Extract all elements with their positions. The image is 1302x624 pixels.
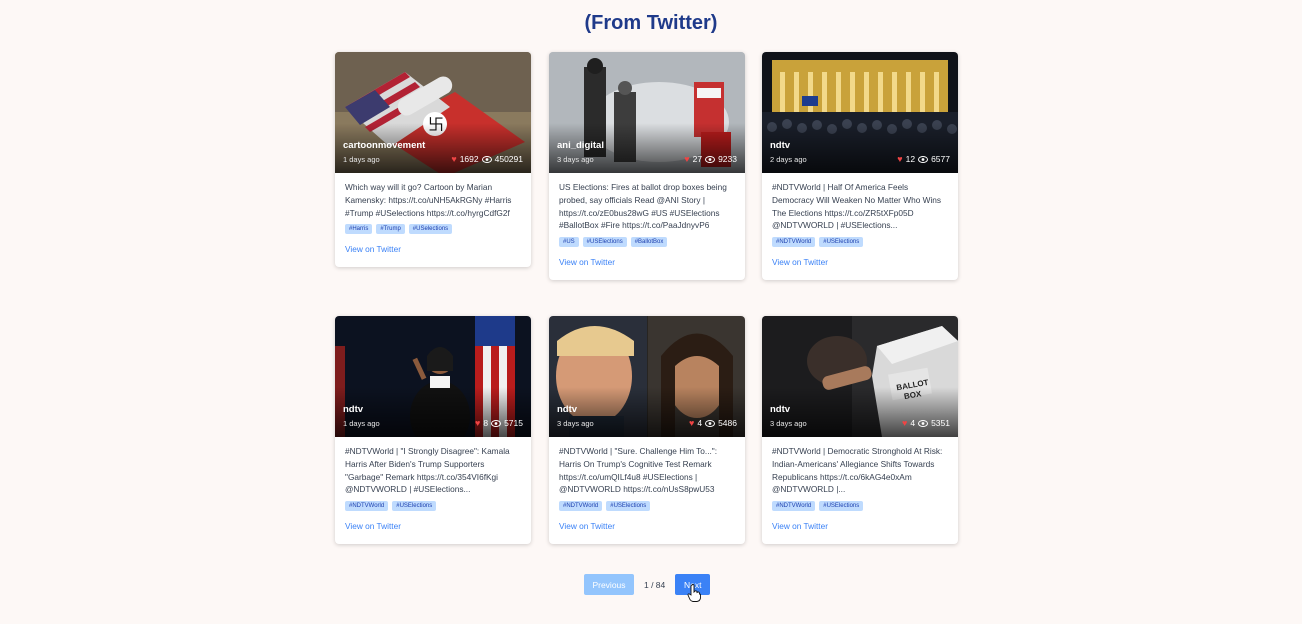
tag[interactable]: #NDTVWorld (345, 501, 389, 511)
tag-list: #NDTVWorld #USElections (772, 501, 948, 511)
views-count: 5715 (504, 418, 523, 428)
tweet-stats: ♥ 4 5351 (902, 418, 950, 428)
eye-icon (491, 419, 502, 427)
tag[interactable]: #USElections (606, 501, 651, 511)
tag-list: #Harris #Trump #USelections (345, 224, 521, 234)
tweet-author[interactable]: ndtv (343, 404, 363, 415)
view-on-twitter-link[interactable]: View on Twitter (772, 257, 828, 267)
tag[interactable]: #NDTVWorld (772, 501, 816, 511)
likes-count: 12 (905, 154, 916, 164)
tweet-image[interactable]: BALLOT BOX ndtv 3 days ago ♥ 4 5351 (762, 316, 958, 437)
tweet-image[interactable]: ndtv 1 days ago ♥ 8 5715 (335, 316, 531, 437)
tweet-card: ani_digital 3 days ago ♥ 27 9233 US Elec… (549, 52, 745, 280)
eye-icon (918, 155, 929, 163)
tag[interactable]: #USElections (582, 237, 627, 247)
tag[interactable]: #USElections (819, 501, 864, 511)
tweet-author[interactable]: ndtv (770, 140, 790, 151)
page-title: (From Twitter) (584, 12, 718, 34)
tweet-card: ndtv 3 days ago ♥ 4 5486 #NDTVWorld | "S… (549, 316, 745, 544)
tag[interactable]: #NDTVWorld (559, 501, 603, 511)
tweet-author[interactable]: cartoonmovement (343, 140, 425, 151)
tweet-stats: ♥ 1692 450291 (451, 154, 523, 164)
view-on-twitter-link[interactable]: View on Twitter (345, 244, 401, 254)
page: (From Twitter) 卐 cartoonmovement (0, 0, 1302, 624)
tag[interactable]: #USelections (408, 224, 453, 234)
tag[interactable]: #NDTVWorld (772, 237, 816, 247)
tweet-time: 3 days ago (557, 155, 594, 164)
likes-count: 4 (697, 418, 703, 428)
page-indicator: 1 / 84 (644, 579, 666, 590)
tweet-author[interactable]: ani_digital (557, 140, 604, 151)
views-count: 5486 (718, 418, 737, 428)
tweet-image[interactable]: ndtv 2 days ago ♥ 12 6577 (762, 52, 958, 173)
heart-icon: ♥ (684, 153, 690, 164)
tweet-card: ndtv 1 days ago ♥ 8 5715 #NDTVWorld | "I… (335, 316, 531, 544)
eye-icon (705, 155, 716, 163)
tag[interactable]: #USElections (819, 237, 864, 247)
tweet-time: 1 days ago (343, 155, 380, 164)
view-on-twitter-link[interactable]: View on Twitter (559, 257, 615, 267)
tweet-text: #NDTVWorld | "Sure. Challenge Him To..."… (559, 446, 718, 495)
tweet-author[interactable]: ndtv (770, 404, 790, 415)
tag-list: #US #USElections #BallotBox (559, 237, 735, 247)
tweet-body: #NDTVWorld | "Sure. Challenge Him To..."… (549, 437, 745, 544)
tweet-time: 3 days ago (557, 419, 594, 428)
tweet-body: Which way will it go? Cartoon by Marian … (335, 173, 531, 267)
tweet-text: #NDTVWorld | Half Of America Feels Democ… (772, 182, 942, 231)
tweet-text: US Elections: Fires at ballot drop boxes… (559, 182, 727, 231)
eye-icon (705, 419, 716, 427)
likes-count: 4 (910, 418, 916, 428)
heart-icon: ♥ (475, 417, 481, 428)
tweet-time: 3 days ago (770, 419, 807, 428)
tweet-author[interactable]: ndtv (557, 404, 577, 415)
tweet-stats: ♥ 27 9233 (684, 154, 737, 164)
view-on-twitter-link[interactable]: View on Twitter (559, 521, 615, 531)
tweet-time: 1 days ago (343, 419, 380, 428)
view-on-twitter-link[interactable]: View on Twitter (345, 521, 401, 531)
tweet-body: #NDTVWorld | Democratic Stronghold At Ri… (762, 437, 958, 544)
tweet-image[interactable]: ani_digital 3 days ago ♥ 27 9233 (549, 52, 745, 173)
likes-count: 8 (483, 418, 489, 428)
tag[interactable]: #Trump (376, 224, 405, 234)
tag-list: #NDTVWorld #USElections (345, 501, 521, 511)
tweet-stats: ♥ 4 5486 (689, 418, 737, 428)
tweet-image[interactable]: 卐 cartoonmovement 1 days ago ♥ 1692 4502… (335, 52, 531, 173)
hand-cursor-icon (687, 584, 701, 602)
tweet-body: US Elections: Fires at ballot drop boxes… (549, 173, 745, 280)
tweet-text: #NDTVWorld | "I Strongly Disagree": Kama… (345, 446, 510, 495)
heart-icon: ♥ (897, 153, 903, 164)
eye-icon (918, 419, 929, 427)
tag[interactable]: #USElections (392, 501, 437, 511)
previous-button[interactable]: Previous (584, 574, 634, 595)
tag[interactable]: #US (559, 237, 579, 247)
tag[interactable]: #BallotBox (630, 237, 668, 247)
views-count: 5351 (931, 418, 950, 428)
views-count: 9233 (718, 154, 737, 164)
tweet-body: #NDTVWorld | Half Of America Feels Democ… (762, 173, 958, 280)
tweet-image[interactable]: ndtv 3 days ago ♥ 4 5486 (549, 316, 745, 437)
likes-count: 1692 (459, 154, 479, 164)
tweet-card: BALLOT BOX ndtv 3 days ago ♥ 4 5351 #NDT… (762, 316, 958, 544)
heart-icon: ♥ (689, 417, 695, 428)
tag-list: #NDTVWorld #USElections (772, 237, 948, 247)
tweet-text: #NDTVWorld | Democratic Stronghold At Ri… (772, 446, 943, 495)
tweet-card: ndtv 2 days ago ♥ 12 6577 #NDTVWorld | H… (762, 52, 958, 280)
tweet-card: 卐 cartoonmovement 1 days ago ♥ 1692 4502… (335, 52, 531, 267)
heart-icon: ♥ (451, 153, 457, 164)
tag[interactable]: #Harris (345, 224, 373, 234)
tweet-stats: ♥ 12 6577 (897, 154, 950, 164)
likes-count: 27 (692, 154, 703, 164)
tweet-stats: ♥ 8 5715 (475, 418, 523, 428)
eye-icon (481, 155, 492, 163)
tweet-time: 2 days ago (770, 155, 807, 164)
views-count: 6577 (931, 154, 950, 164)
heart-icon: ♥ (902, 417, 908, 428)
tweet-body: #NDTVWorld | "I Strongly Disagree": Kama… (335, 437, 531, 544)
views-count: 450291 (494, 154, 523, 164)
tag-list: #NDTVWorld #USElections (559, 501, 735, 511)
tweet-text: Which way will it go? Cartoon by Marian … (345, 182, 512, 218)
view-on-twitter-link[interactable]: View on Twitter (772, 521, 828, 531)
